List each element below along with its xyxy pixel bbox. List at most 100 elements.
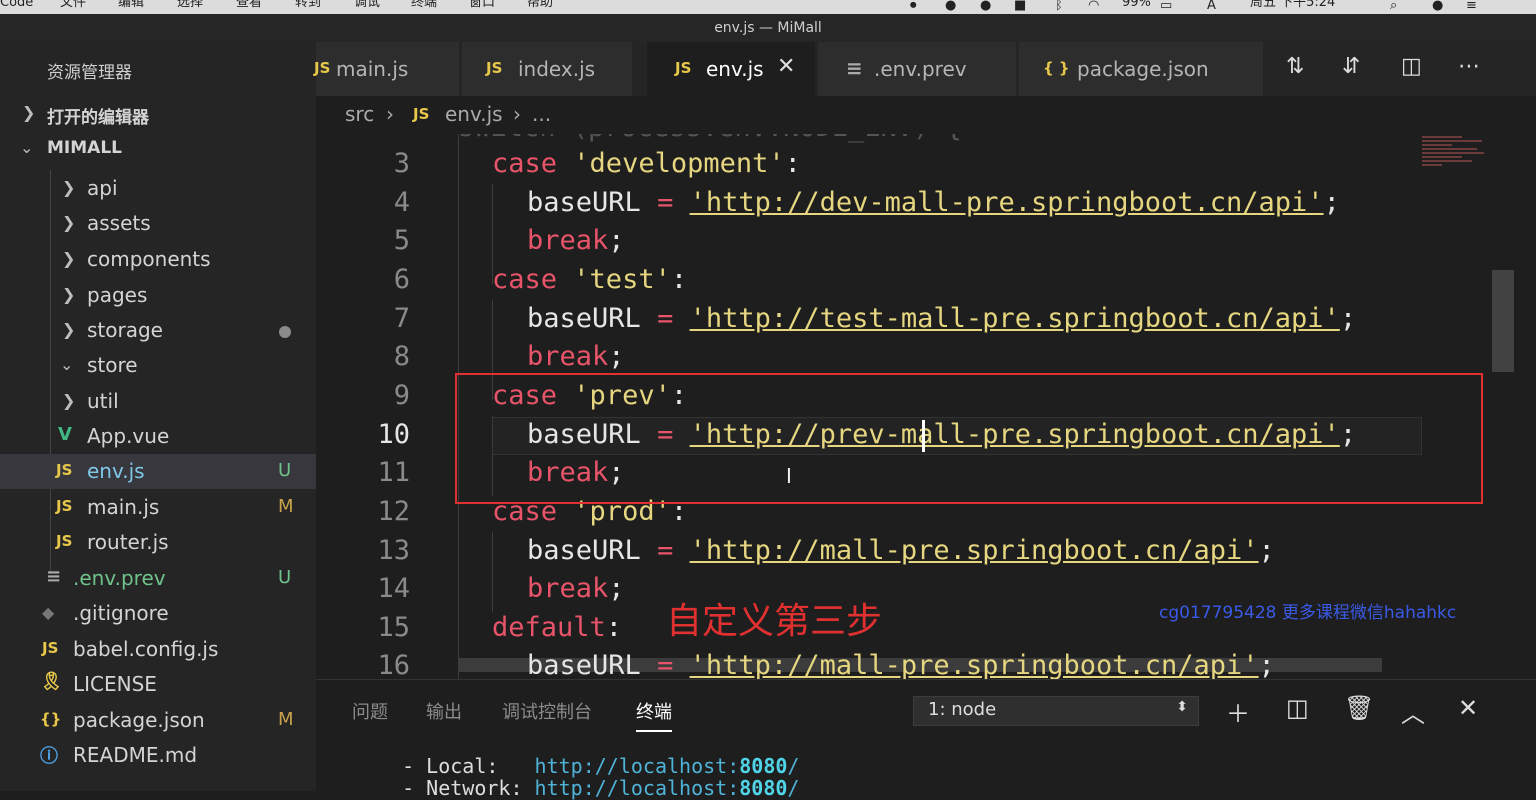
tab-output[interactable]: 输出 <box>426 698 462 724</box>
tree-file-license[interactable]: 🎗 LICENSE <box>0 667 316 702</box>
menu-view[interactable]: 查看 <box>236 0 262 9</box>
chevron-right-icon: › <box>513 102 521 126</box>
add-terminal-icon[interactable]: ＋ <box>1226 694 1250 729</box>
menu-terminal[interactable]: 终端 <box>411 0 437 9</box>
tree-file-env-prev[interactable]: ≡ .env.prev U <box>0 561 316 596</box>
json-icon: { } <box>1043 59 1070 77</box>
tab-package-json[interactable]: { } package.json <box>1019 42 1263 96</box>
minimap[interactable] <box>1422 134 1494 182</box>
string: 'test' <box>573 264 671 295</box>
open-editors-section[interactable]: ❯ 打开的编辑器 <box>0 96 316 131</box>
tree-file-gitignore[interactable]: ◆ .gitignore <box>0 596 316 631</box>
breadcrumb-symbols[interactable]: ... <box>532 102 551 126</box>
tree-folder-components[interactable]: ❯ components <box>0 242 316 277</box>
spotlight-search-icon[interactable]: ⌕ <box>1390 0 1404 12</box>
tree-folder-api[interactable]: ❯ api <box>0 171 316 206</box>
tree-file-main-js[interactable]: JS main.js M <box>0 490 316 525</box>
punct: ; <box>1323 187 1340 218</box>
tree-folder-pages[interactable]: ❯ pages <box>0 278 316 313</box>
chat-icon[interactable]: ● <box>980 0 994 12</box>
terminal-url[interactable]: http://localhost: <box>535 754 740 778</box>
menu-selection[interactable]: 选择 <box>177 0 203 9</box>
tab-main-js[interactable]: JS main.js <box>314 42 459 96</box>
split-editor-icon[interactable]: ◫ <box>1401 54 1422 79</box>
split-terminal-icon[interactable]: ◫ <box>1286 694 1309 722</box>
url-string[interactable]: 'http://mall-pre.springboot.cn/api' <box>690 535 1259 566</box>
menu-file[interactable]: 文件 <box>60 0 86 9</box>
chevron-up-icon[interactable]: ︿ <box>1401 694 1425 729</box>
tab-debug-console[interactable]: 调试控制台 <box>502 698 592 724</box>
input-method-icon[interactable]: A <box>1207 0 1221 12</box>
tree-label: util <box>87 389 119 413</box>
menu-window[interactable]: 窗口 <box>469 0 495 9</box>
tree-file-babel-config[interactable]: JS babel.config.js <box>0 632 316 667</box>
tab-terminal[interactable]: 终端 <box>636 698 672 732</box>
tree-file-app-vue[interactable]: V App.vue <box>0 419 316 454</box>
tree-label: router.js <box>87 530 169 554</box>
bluetooth-icon[interactable]: ᛒ <box>1055 0 1069 12</box>
punct: : <box>670 264 688 295</box>
code-line: case 'development': <box>492 148 801 179</box>
terminal-url[interactable]: http://localhost: <box>535 776 740 800</box>
terminal-select-value: 1: node <box>928 699 997 720</box>
url-string[interactable]: 'http://dev-mall-pre.springboot.cn/api' <box>690 187 1324 218</box>
menu-help[interactable]: 帮助 <box>527 0 553 9</box>
tree-folder-store[interactable]: ⌄ store <box>0 348 316 383</box>
compare-changes-icon[interactable]: ⇵ <box>1342 54 1360 79</box>
menu-app[interactable]: Code <box>0 0 33 9</box>
operator: = <box>657 535 674 566</box>
tab-problems[interactable]: 问题 <box>352 698 388 724</box>
terminal-select[interactable]: 1: node ⬍ <box>913 696 1199 726</box>
code-editor[interactable]: switch (process.env.NODE_ENV) { 3 case '… <box>316 134 1536 679</box>
git-status-untracked: U <box>278 460 292 481</box>
tree-file-env-js[interactable]: JS env.js U <box>0 454 316 489</box>
url-string[interactable]: 'http://test-mall-pre.springboot.cn/api' <box>690 303 1340 334</box>
tree-file-package-json[interactable]: {} package.json M <box>0 703 316 738</box>
breadcrumb-file[interactable]: env.js <box>445 102 503 126</box>
menu-debug[interactable]: 调试 <box>354 0 380 9</box>
open-changes-icon[interactable]: ⇅ <box>1286 54 1304 79</box>
project-section[interactable]: ⌄ MIMALL <box>0 131 316 166</box>
line-number: 16 <box>377 650 410 679</box>
keyword: break <box>527 225 609 256</box>
trash-icon[interactable]: 🗑 <box>1344 694 1374 722</box>
terminal-line: - Local: http://localhost:8080/ <box>378 754 799 778</box>
tab-env-js[interactable]: JS env.js ✕ <box>647 42 815 96</box>
record-icon[interactable]: ⏺ <box>910 0 924 12</box>
close-icon[interactable]: ✕ <box>777 54 795 79</box>
siri-icon[interactable]: ● <box>1432 0 1446 12</box>
tree-file-readme[interactable]: ⓘ README.md <box>0 738 316 773</box>
vue-icon: V <box>58 424 72 445</box>
vertical-scrollbar[interactable] <box>1492 270 1514 372</box>
tree-folder-util[interactable]: ❯ util <box>0 384 316 419</box>
url-string[interactable]: 'http://mall-pre.springboot.cn/api' <box>690 650 1259 679</box>
operator: = <box>657 187 674 218</box>
app-icon[interactable]: ■ <box>1014 0 1028 12</box>
tree-folder-assets[interactable]: ❯ assets <box>0 206 316 241</box>
breadcrumb-folder[interactable]: src <box>345 102 374 126</box>
notification-center-icon[interactable]: ≡ <box>1466 0 1480 12</box>
line-number: 9 <box>393 380 410 411</box>
battery-icon[interactable]: ▭ <box>1160 0 1174 12</box>
tree-folder-storage[interactable]: ❯ storage <box>0 313 316 348</box>
tab-env-prev[interactable]: ≡ .env.prev <box>818 42 1016 96</box>
close-panel-icon[interactable]: ✕ <box>1458 694 1478 722</box>
wifi-icon[interactable]: ◠ <box>1088 0 1102 12</box>
tree-label: babel.config.js <box>73 637 219 661</box>
keyword: break <box>527 341 609 372</box>
menu-edit[interactable]: 编辑 <box>118 0 144 9</box>
line-number: 12 <box>377 496 410 527</box>
wechat-icon[interactable]: ● <box>945 0 959 12</box>
line-number: 3 <box>393 148 410 179</box>
terminal-line: - Network: http://localhost:8080/ <box>378 776 799 800</box>
tree-file-router-js[interactable]: JS router.js <box>0 525 316 560</box>
punct: : <box>784 148 801 179</box>
javascript-icon: JS <box>56 461 73 479</box>
tree-label: README.md <box>73 743 198 767</box>
menu-go[interactable]: 转到 <box>295 0 321 9</box>
clock[interactable]: 周五 下午5:24 <box>1250 0 1335 9</box>
more-actions-icon[interactable]: ⋯ <box>1458 54 1480 79</box>
code-line: baseURL = 'http://mall-pre.springboot.cn… <box>527 535 1275 566</box>
tab-index-js[interactable]: JS index.js <box>462 42 632 96</box>
tree-label: assets <box>87 211 151 235</box>
